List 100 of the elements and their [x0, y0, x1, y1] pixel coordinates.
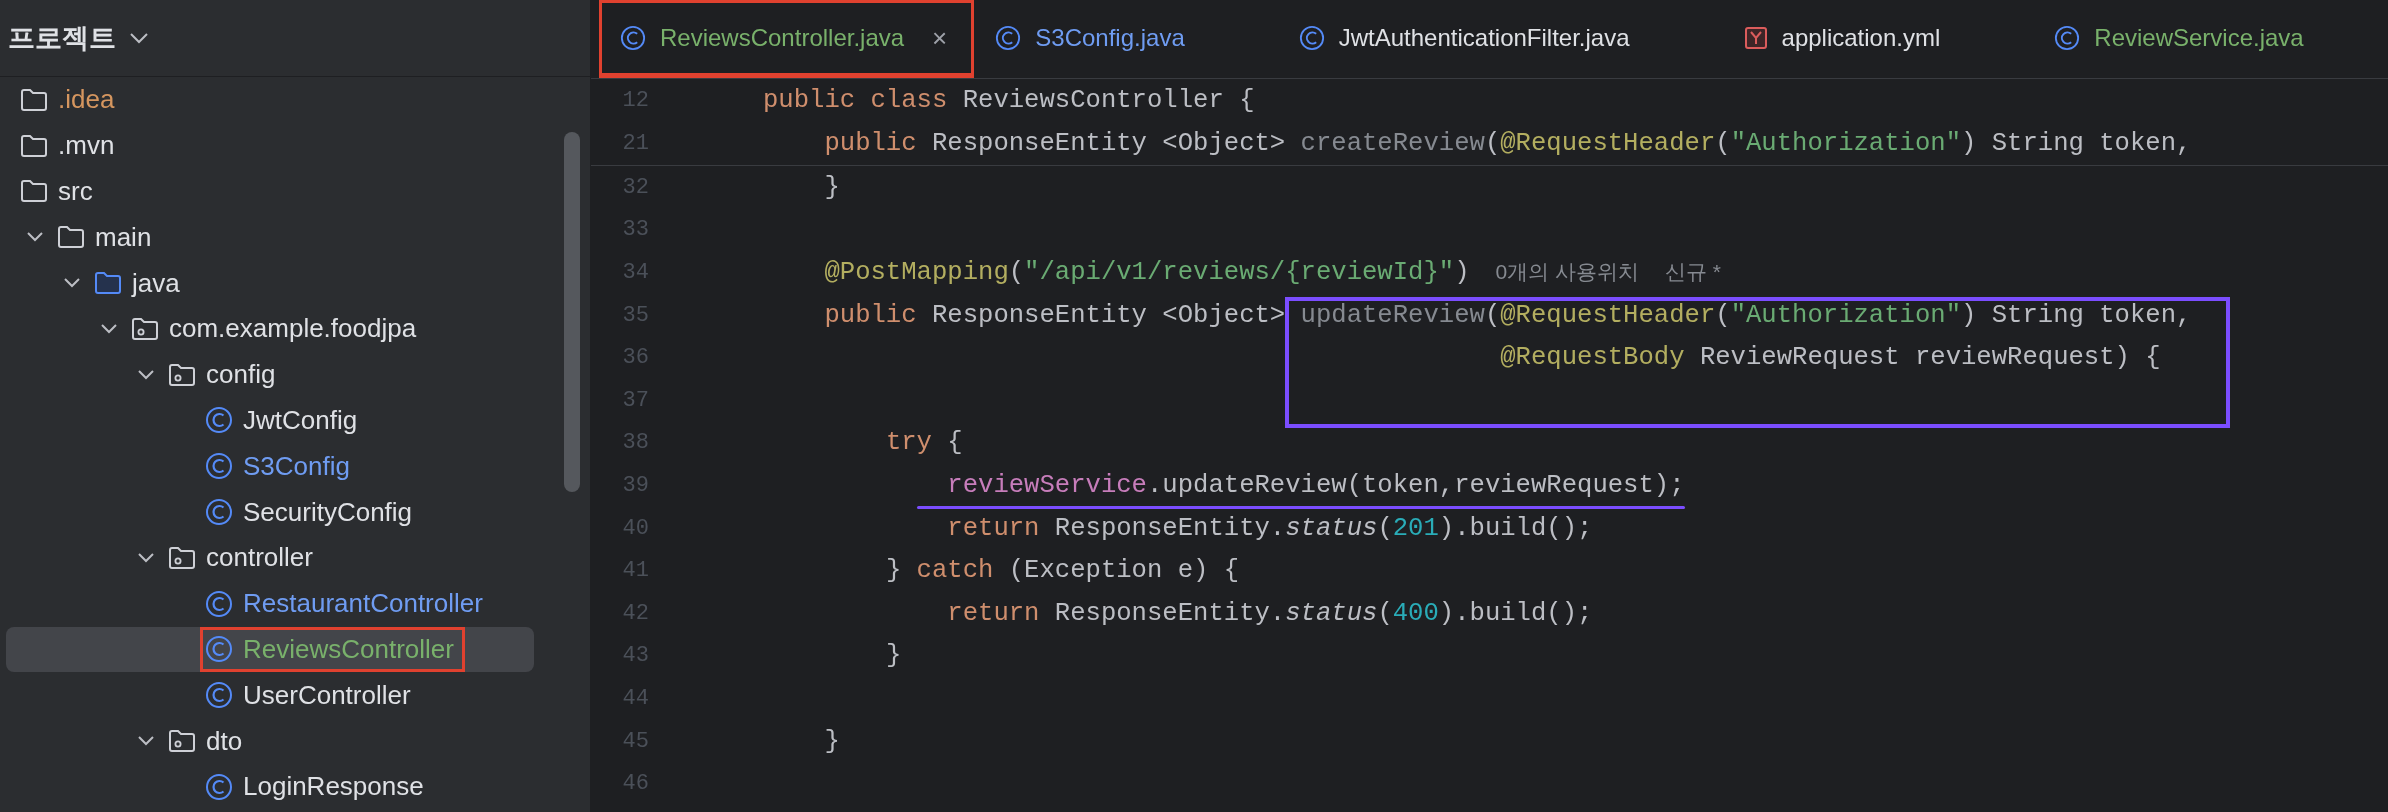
tree-item-label: java [132, 267, 180, 299]
code-token: return [947, 513, 1040, 543]
code-token: ).build(); [1438, 598, 1593, 628]
tree-item-label: JwtConfig [243, 404, 358, 436]
class-icon [205, 452, 233, 481]
code-token: public [824, 300, 917, 330]
tree-item[interactable]: JwtConfig [6, 397, 534, 444]
code-token: @RequestHeader [1500, 129, 1716, 158]
tree-item-label: com.example.foodjpa [169, 313, 417, 345]
tree-item[interactable]: UserController [6, 672, 534, 719]
code-token: ResponseEntity <Object> [930, 300, 1287, 330]
class-icon [205, 681, 233, 710]
class-icon [205, 406, 233, 435]
panel-title[interactable]: 프로젝트 [8, 20, 116, 56]
code-token: ReviewRequest reviewRequest) { [1698, 343, 2161, 373]
tree-item[interactable]: controller [6, 534, 534, 581]
editor-tab[interactable]: application.yml [1722, 0, 2034, 78]
folder-icon [20, 133, 48, 158]
class-icon [995, 25, 1022, 51]
folder-icon [57, 225, 85, 250]
code-token: ) [1454, 258, 1470, 287]
chevron-down-icon[interactable] [128, 31, 150, 45]
chevron-down-icon[interactable] [136, 550, 156, 565]
code-token: ) String token, [1961, 129, 2192, 158]
code-token: @RequestHeader [1500, 300, 1716, 330]
class-icon [205, 772, 233, 801]
code-token: status [1285, 513, 1378, 543]
code-token: "Authorization" [1730, 129, 1961, 158]
editor-tab[interactable]: ReviewService.java [2033, 0, 2388, 78]
tree-item[interactable]: java [6, 260, 534, 306]
code-token: (Exception e) { [1007, 556, 1240, 586]
code-token: updateReview [1300, 300, 1485, 330]
editor-tab[interactable]: JwtAuthenticationFilter.java [1277, 0, 1723, 78]
tree-item-label: RestaurantController [243, 588, 483, 620]
folder-icon [20, 179, 48, 204]
code-token: 201 [1392, 513, 1439, 543]
tree-item[interactable]: dto [6, 718, 534, 764]
code-token: 400 [1392, 598, 1439, 628]
class-icon [205, 589, 233, 618]
code-token: createReview [1300, 129, 1485, 158]
tree-item-label: S3Config [243, 450, 350, 482]
tree-item[interactable]: config [6, 351, 534, 398]
tree-item[interactable]: src [6, 168, 534, 215]
class-icon [620, 25, 646, 51]
code-token: ( [1484, 129, 1501, 158]
editor-tab[interactable]: ReviewsController.java × [599, 0, 975, 78]
class-icon [2054, 25, 2081, 51]
class-icon [205, 498, 233, 527]
tree-item[interactable]: .mvn [6, 122, 534, 169]
code-token: catch [916, 556, 994, 586]
code-token: ( [1715, 129, 1731, 158]
chevron-down-icon[interactable] [99, 321, 119, 336]
code-token: ( [1008, 258, 1025, 287]
code-token: } [885, 556, 903, 586]
code-token: reviewService [947, 470, 1147, 500]
code-token: "/api/v1/reviews/{reviewId}" [1024, 258, 1455, 287]
chevron-down-icon[interactable] [136, 367, 156, 382]
close-button[interactable]: × [932, 22, 948, 54]
code-token: { [946, 428, 963, 458]
code-token: ).build(); [1438, 513, 1593, 543]
code-token: @RequestBody [1500, 343, 1685, 373]
tree-item-label: main [95, 221, 152, 253]
code-token: ( [1715, 300, 1731, 330]
tree-item[interactable]: com.example.foodjpa [6, 306, 534, 352]
tree-item[interactable]: .idea [6, 77, 534, 123]
tree-item-label: .idea [58, 84, 115, 116]
tree-item[interactable]: SecurityConfig [6, 489, 534, 535]
tree-item[interactable]: S3Config [6, 443, 534, 490]
code-token: ResponseEntity. [1053, 513, 1286, 543]
selected-tree-item[interactable]: ReviewsController [6, 626, 534, 673]
code-token: } [885, 641, 902, 671]
tree-item-label: dto [206, 725, 243, 757]
code-token: ReviewsController { [961, 86, 1255, 115]
code-token: "Authorization" [1730, 300, 1961, 330]
code-token: ( [1377, 513, 1393, 543]
code-token: } [824, 172, 840, 202]
code-token: ( [1377, 598, 1393, 628]
tree-item-label: src [58, 176, 93, 207]
editor-tab[interactable]: S3Config.java [974, 0, 1278, 78]
scrollbar[interactable] [564, 132, 580, 492]
inlay-hint: 0개의 사용위치 [1495, 260, 1640, 283]
tree-item-label: UserController [243, 679, 411, 711]
class-icon [1298, 25, 1325, 51]
code-token: @PostMapping [824, 258, 1009, 287]
package-folder-icon [131, 316, 159, 341]
yaml-file-icon [1743, 26, 1768, 50]
code-token: status [1285, 598, 1378, 628]
code-token: ResponseEntity <Object> [930, 129, 1287, 158]
tree-item-label: LoginResponse [243, 771, 424, 803]
tree-item[interactable]: RestaurantController [6, 580, 534, 627]
tree-item[interactable]: main [6, 214, 534, 261]
package-folder-icon [168, 362, 196, 387]
tree-item[interactable]: LoginResponse [6, 763, 534, 810]
code-token: public class [763, 86, 948, 115]
code-token: ResponseEntity. [1053, 598, 1286, 628]
folder-icon [20, 87, 48, 112]
folder-icon [94, 271, 122, 296]
package-folder-icon [168, 545, 196, 570]
tree-item-label: .mvn [58, 130, 115, 162]
code-token: try [885, 428, 932, 458]
